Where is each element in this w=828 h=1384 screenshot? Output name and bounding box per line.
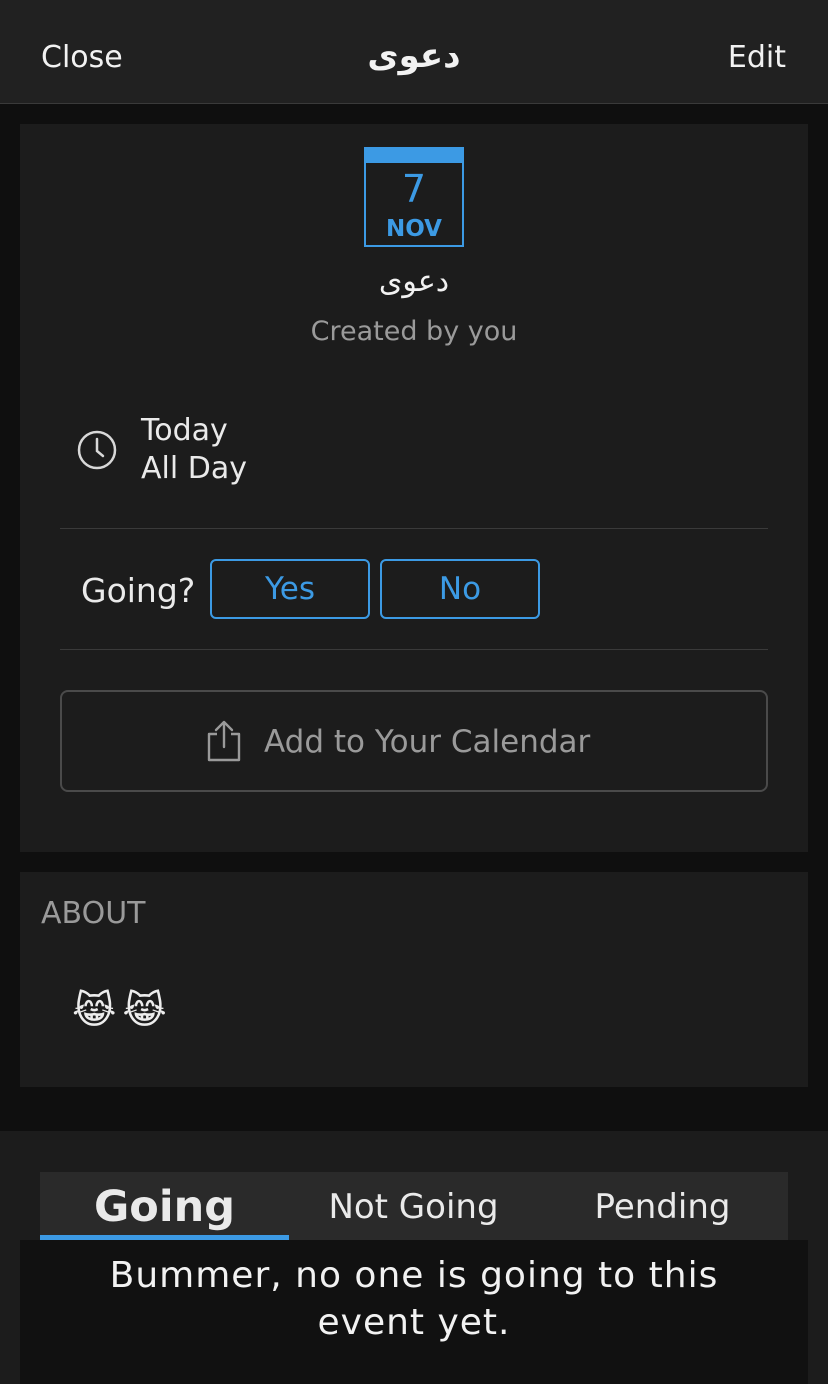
calendar-month: NOV: [386, 216, 442, 242]
page-title: دعوى: [367, 36, 461, 76]
edit-button[interactable]: Edit: [728, 40, 786, 75]
tab-going[interactable]: Going: [40, 1172, 289, 1240]
add-to-calendar-label: Add to Your Calendar: [264, 724, 591, 760]
calendar-date-icon: 7 NOV: [364, 147, 464, 247]
tab-not-going[interactable]: Not Going: [289, 1172, 538, 1240]
event-title: دعوى: [378, 264, 450, 299]
divider: [60, 649, 768, 650]
created-by-text: Created by you: [310, 316, 518, 347]
tab-pending[interactable]: Pending: [538, 1172, 787, 1240]
clock-icon: [77, 430, 117, 470]
divider: [60, 528, 768, 529]
about-heading: ABOUT: [41, 896, 146, 931]
event-date: Today: [141, 413, 228, 448]
attendance-tabs: Going Not Going Pending: [40, 1172, 788, 1240]
empty-state-message: Bummer, no one is going to this event ye…: [109, 1255, 719, 1343]
calendar-date-bar: [366, 149, 462, 163]
about-card: ABOUT 😹😹: [20, 872, 808, 1087]
rsvp-no-button[interactable]: No: [380, 559, 540, 619]
event-details-card: 7 NOV دعوى Created by you Today All Day …: [20, 124, 808, 852]
add-to-calendar-button[interactable]: Add to Your Calendar: [60, 690, 768, 792]
tab-going-label: Going: [94, 1182, 235, 1232]
empty-state-panel: Bummer, no one is going to this event ye…: [20, 1240, 808, 1384]
share-icon: [207, 720, 241, 762]
tab-not-going-label: Not Going: [328, 1187, 499, 1227]
going-prompt: Going?: [81, 571, 196, 610]
about-description: 😹😹: [72, 988, 173, 1032]
navbar: Close دعوى Edit: [0, 0, 828, 104]
tab-pending-label: Pending: [594, 1187, 731, 1227]
rsvp-yes-button[interactable]: Yes: [210, 559, 370, 619]
calendar-day: 7: [401, 167, 427, 211]
event-time: All Day: [141, 451, 247, 486]
